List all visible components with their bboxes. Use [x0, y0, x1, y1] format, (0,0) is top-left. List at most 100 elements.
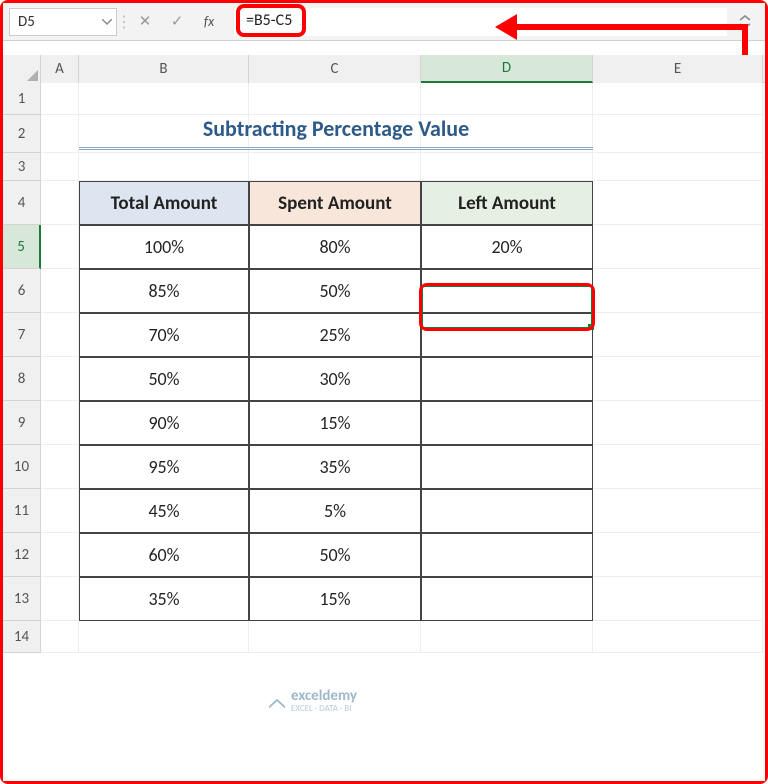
- cell-C14[interactable]: [249, 621, 421, 653]
- cell-A10[interactable]: [41, 445, 79, 489]
- name-box-dropdown-icon[interactable]: [100, 10, 114, 34]
- cancel-icon[interactable]: ✕: [131, 8, 159, 36]
- row-12: 12 60% 50%: [3, 533, 765, 577]
- row-5: 5 100% 80% 20%: [3, 225, 765, 269]
- cell-E13[interactable]: [593, 577, 763, 621]
- cell-C6[interactable]: 50%: [249, 269, 421, 313]
- cell-E2[interactable]: [593, 115, 763, 153]
- enter-icon[interactable]: ✓: [163, 8, 191, 36]
- cell-D13[interactable]: [421, 577, 593, 621]
- cell-E3[interactable]: [593, 153, 763, 181]
- column-header-C[interactable]: C: [249, 55, 421, 83]
- row-header-12[interactable]: 12: [3, 533, 41, 577]
- column-header-E[interactable]: E: [593, 55, 763, 83]
- cell-B3[interactable]: [79, 153, 249, 181]
- cell-A13[interactable]: [41, 577, 79, 621]
- cell-C7[interactable]: 25%: [249, 313, 421, 357]
- cell-B6[interactable]: 85%: [79, 269, 249, 313]
- row-13: 13 35% 15%: [3, 577, 765, 621]
- row-header-9[interactable]: 9: [3, 401, 41, 445]
- cell-B10[interactable]: 95%: [79, 445, 249, 489]
- cell-B7[interactable]: 70%: [79, 313, 249, 357]
- row-header-4[interactable]: 4: [3, 181, 41, 225]
- row-header-13[interactable]: 13: [3, 577, 41, 621]
- cell-E14[interactable]: [593, 621, 763, 653]
- column-header-D[interactable]: D: [421, 55, 593, 83]
- cell-D14[interactable]: [421, 621, 593, 653]
- cell-A2[interactable]: [41, 115, 79, 153]
- row-14: 14: [3, 621, 765, 653]
- cell-B12[interactable]: 60%: [79, 533, 249, 577]
- cell-B8[interactable]: 50%: [79, 357, 249, 401]
- header-total-amount[interactable]: Total Amount: [79, 181, 249, 225]
- cell-C13[interactable]: 15%: [249, 577, 421, 621]
- cell-D3[interactable]: [421, 153, 593, 181]
- cell-E12[interactable]: [593, 533, 763, 577]
- row-header-5[interactable]: 5: [3, 225, 41, 269]
- cell-A7[interactable]: [41, 313, 79, 357]
- header-left-amount[interactable]: Left Amount: [421, 181, 593, 225]
- column-header-A[interactable]: A: [41, 55, 79, 83]
- fx-icon[interactable]: fx: [195, 8, 223, 36]
- cell-E10[interactable]: [593, 445, 763, 489]
- cell-E6[interactable]: [593, 269, 763, 313]
- cell-B1[interactable]: [79, 83, 249, 115]
- formula-value: =B5-C5: [236, 4, 306, 37]
- cell-E5[interactable]: [593, 225, 763, 269]
- cell-D1[interactable]: [421, 83, 593, 115]
- formula-input[interactable]: =B5-C5: [233, 8, 727, 36]
- cell-B5[interactable]: 100%: [79, 225, 249, 269]
- cell-A8[interactable]: [41, 357, 79, 401]
- cell-A9[interactable]: [41, 401, 79, 445]
- cell-C5[interactable]: 80%: [249, 225, 421, 269]
- cell-D8[interactable]: [421, 357, 593, 401]
- cell-E8[interactable]: [593, 357, 763, 401]
- cell-E7[interactable]: [593, 313, 763, 357]
- cell-D11[interactable]: [421, 489, 593, 533]
- cell-A6[interactable]: [41, 269, 79, 313]
- cell-A12[interactable]: [41, 533, 79, 577]
- cell-A4[interactable]: [41, 181, 79, 225]
- header-spent-amount[interactable]: Spent Amount: [249, 181, 421, 225]
- row-header-2[interactable]: 2: [3, 115, 41, 153]
- cell-D10[interactable]: [421, 445, 593, 489]
- select-all-corner[interactable]: [3, 55, 41, 83]
- cell-C3[interactable]: [249, 153, 421, 181]
- cell-B14[interactable]: [79, 621, 249, 653]
- row-header-10[interactable]: 10: [3, 445, 41, 489]
- row-header-11[interactable]: 11: [3, 489, 41, 533]
- cell-B13[interactable]: 35%: [79, 577, 249, 621]
- cell-A11[interactable]: [41, 489, 79, 533]
- cell-D5[interactable]: 20%: [421, 225, 593, 269]
- cell-A1[interactable]: [41, 83, 79, 115]
- cell-D9[interactable]: [421, 401, 593, 445]
- row-header-6[interactable]: 6: [3, 269, 41, 313]
- cell-E11[interactable]: [593, 489, 763, 533]
- cell-C11[interactable]: 5%: [249, 489, 421, 533]
- cell-B9[interactable]: 90%: [79, 401, 249, 445]
- cell-E1[interactable]: [593, 83, 763, 115]
- cell-C8[interactable]: 30%: [249, 357, 421, 401]
- row-header-3[interactable]: 3: [3, 153, 41, 181]
- cell-A3[interactable]: [41, 153, 79, 181]
- name-box[interactable]: D5: [9, 8, 117, 36]
- row-header-8[interactable]: 8: [3, 357, 41, 401]
- watermark-logo-icon: [269, 693, 285, 709]
- cell-D12[interactable]: [421, 533, 593, 577]
- cell-D6[interactable]: [421, 269, 593, 313]
- cell-D7[interactable]: [421, 313, 593, 357]
- row-header-14[interactable]: 14: [3, 621, 41, 653]
- column-header-B[interactable]: B: [79, 55, 249, 83]
- row-header-7[interactable]: 7: [3, 313, 41, 357]
- cell-B11[interactable]: 45%: [79, 489, 249, 533]
- cell-C12[interactable]: 50%: [249, 533, 421, 577]
- cell-C9[interactable]: 15%: [249, 401, 421, 445]
- row-header-1[interactable]: 1: [3, 83, 41, 115]
- cell-C10[interactable]: 35%: [249, 445, 421, 489]
- cell-C1[interactable]: [249, 83, 421, 115]
- cell-A14[interactable]: [41, 621, 79, 653]
- worksheet: A B C D E 1 2 3 4 Total Amount Spent Amo…: [3, 55, 765, 781]
- cell-E4[interactable]: [593, 181, 763, 225]
- cell-A5[interactable]: [41, 225, 79, 269]
- cell-E9[interactable]: [593, 401, 763, 445]
